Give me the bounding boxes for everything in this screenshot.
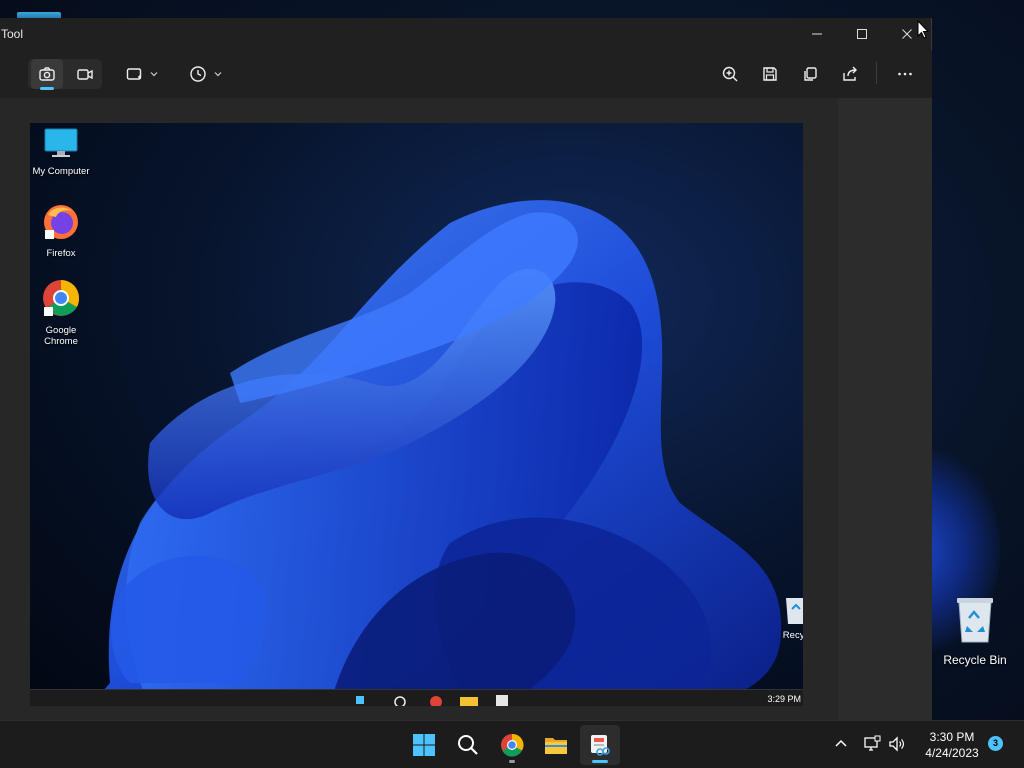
copy-icon [804,67,817,81]
title-bar[interactable]: Tool [0,18,931,50]
recycle-bin-icon [786,598,803,624]
save-icon [763,67,777,81]
taskbar-chrome[interactable] [492,725,532,765]
snip-mode-button[interactable] [31,59,63,89]
more-button[interactable] [888,59,922,89]
taskbar-file-explorer[interactable] [536,725,576,765]
camera-icon [39,67,55,81]
volume-icon[interactable] [888,735,906,753]
notification-badge[interactable]: 3 [988,736,1003,751]
recycle-bin-label: Recycle Bin [943,653,1007,667]
mouse-cursor-icon [917,20,929,39]
monitor-icon [44,128,78,157]
copy-button[interactable] [794,59,826,89]
share-icon [843,66,857,81]
video-icon [77,69,93,80]
maximize-icon [857,29,867,39]
chevron-down-icon [214,72,222,77]
running-indicator [509,760,515,763]
captured-screenshot[interactable]: My Computer Firefox Google Chrome Recy 3… [30,123,803,706]
captured-taskbar-time: 3:29 PM [767,694,801,704]
search-button[interactable] [448,725,488,765]
clock-date: 4/24/2023 [925,746,979,760]
zoom-in-icon [722,66,738,82]
recycle-bin-icon [957,598,993,643]
toolbar-separator [876,62,877,84]
more-icon [898,72,912,76]
captured-recycle-bin: Recyc [776,593,803,641]
share-button[interactable] [834,59,866,89]
chevron-down-icon [150,72,158,77]
maximize-button[interactable] [839,18,885,50]
active-indicator [592,760,608,763]
clock-time: 3:30 PM [929,730,975,744]
taskbar: 3:30 PM 4/24/2023 3 [0,720,1024,768]
captured-icon-chrome: Google Chrome [30,278,92,347]
captured-taskbar-icons [356,695,508,706]
firefox-icon [44,205,78,239]
window-title: Tool [1,27,24,41]
snipping-tool-window: Tool My Computer Firefox Google Chrome R… [0,18,932,720]
folder-icon [545,738,567,754]
toolbar [0,50,932,98]
minimize-icon [812,33,822,35]
record-mode-button[interactable] [69,59,101,89]
windows-logo-icon [413,734,435,756]
captured-taskbar: 3:29 PM [30,689,803,706]
show-hidden-icons-chevron-up-icon[interactable] [832,735,850,753]
wallpaper-bloom-image [90,200,782,706]
close-icon [902,29,912,39]
network-icon[interactable] [863,735,881,753]
side-panel [838,98,932,720]
captured-icon-firefox: Firefox [30,203,92,259]
delay-dropdown[interactable] [182,59,230,89]
chrome-icon [43,280,80,316]
desktop-recycle-bin[interactable]: Recycle Bin [940,594,1010,667]
clock-icon [190,66,206,82]
save-button[interactable] [754,59,786,89]
minimize-button[interactable] [794,18,840,50]
clock[interactable]: 3:30 PM 4/24/2023 [912,729,992,761]
snipping-tool-icon [591,735,610,756]
canvas-area: My Computer Firefox Google Chrome Recy 3… [0,98,932,720]
start-button[interactable] [404,725,444,765]
search-icon [458,735,478,755]
taskbar-snipping-tool[interactable] [580,725,620,765]
chrome-icon [501,733,524,757]
rectangle-snip-icon [126,68,142,80]
captured-icon-my-computer: My Computer [30,127,92,177]
active-mode-indicator [40,87,54,90]
zoom-button[interactable] [714,59,746,89]
snip-shape-dropdown[interactable] [118,59,166,89]
